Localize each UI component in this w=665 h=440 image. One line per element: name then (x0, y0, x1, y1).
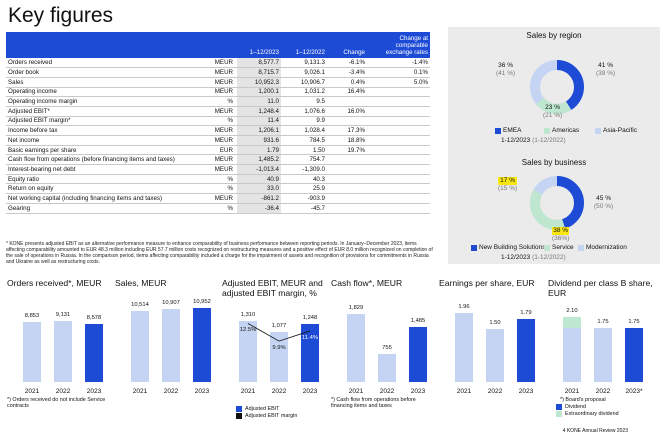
x-label-2023: 2023 (410, 388, 426, 395)
bar-value-2022: 1.75 (597, 319, 609, 326)
bar-value-2022: 755 (382, 345, 392, 352)
bar-extra-2021 (563, 317, 581, 329)
bar-2023* (625, 328, 643, 382)
legend-dividend: Dividend (556, 404, 586, 410)
legend-adjusted-ebit: Adjusted EBIT (236, 406, 279, 412)
bar-value-2023*: 1.75 (628, 319, 640, 326)
legend-extra-dividend: Extraordinary dividend (556, 411, 619, 417)
bar-2023 (409, 327, 427, 382)
margin-label-1: 9.9% (272, 345, 286, 352)
bar-value-2021: 2.10 (566, 308, 578, 315)
cashflow-note: *) Cash flow from operations before fina… (331, 397, 416, 410)
x-label-2021: 2021 (456, 388, 472, 395)
x-label-2022: 2022 (379, 388, 395, 395)
x-label-2021: 2021 (348, 388, 364, 395)
bar-2022 (378, 354, 396, 382)
margin-label-2: 11.4% (301, 334, 318, 341)
x-label-2023*: 2023* (625, 388, 643, 395)
bar-2023 (517, 318, 535, 382)
bar-2021 (347, 314, 365, 382)
bar-2022 (594, 328, 612, 382)
dividend-note: *) Board's proposal (560, 397, 606, 403)
page-footer: 4 KONE Annual Review 2023 (562, 428, 628, 434)
x-label-2022: 2022 (487, 388, 503, 395)
x-label-2021: 2021 (564, 388, 580, 395)
bar-2021 (455, 312, 473, 382)
bar-value-2021: 1.96 (458, 303, 470, 310)
bar-value-2021: 1,829 (348, 305, 364, 312)
orders-note: *) Orders received do not include Servic… (7, 397, 106, 410)
bar-value-2023: 1,485 (410, 318, 426, 325)
bar-value-2023: 1.79 (520, 309, 532, 316)
x-label-2022: 2022 (595, 388, 611, 395)
legend-ebit-margin: Adjusted EBIT margin (236, 413, 297, 419)
margin-label-0: 12.5% (239, 327, 257, 334)
x-label-2023: 2023 (518, 388, 534, 395)
bar-value-2022: 1.50 (489, 320, 501, 327)
bar-2022 (486, 329, 504, 382)
bar-2021 (563, 328, 581, 382)
